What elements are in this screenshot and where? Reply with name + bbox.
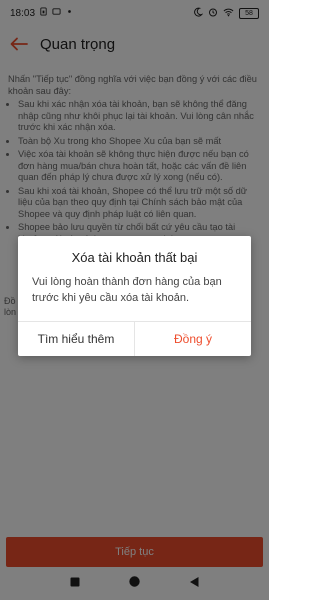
dialog-message: Vui lòng hoàn thành đơn hàng của bạn trư… [32,276,222,304]
dialog-actions: Tìm hiểu thêm Đồng ý [18,321,251,356]
agree-button[interactable]: Đồng ý [134,322,251,356]
delete-failed-dialog: Xóa tài khoản thất bại Vui lòng hoàn thà… [18,236,251,356]
dialog-title: Xóa tài khoản thất bại [71,250,198,265]
learn-more-button[interactable]: Tìm hiểu thêm [18,322,134,356]
